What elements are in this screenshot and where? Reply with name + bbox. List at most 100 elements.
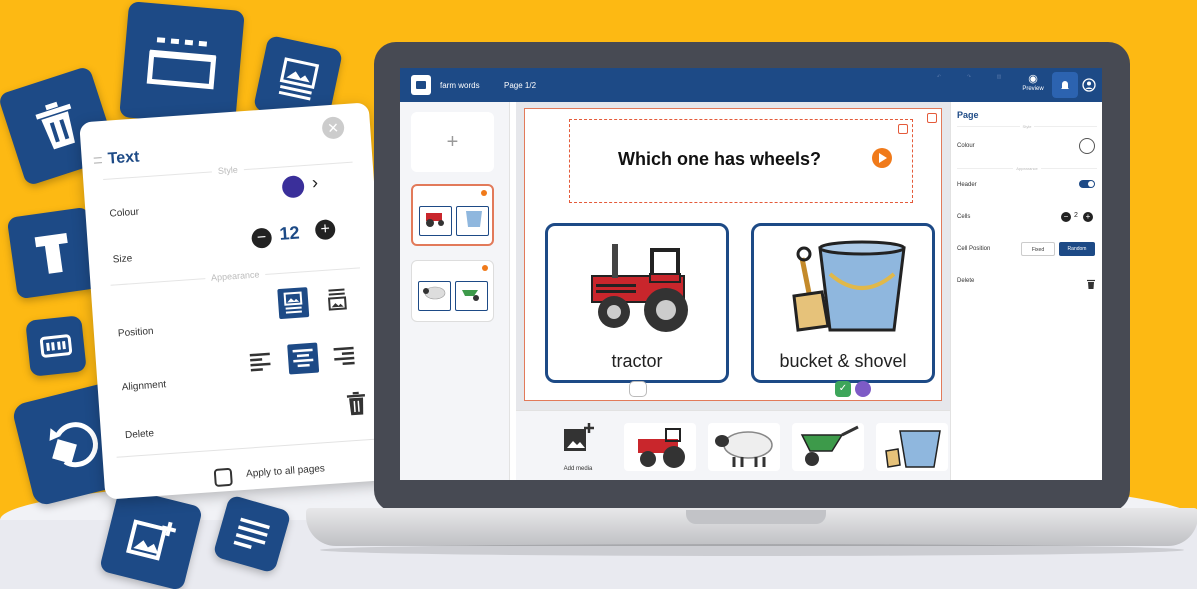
page-colour-swatch[interactable] xyxy=(1079,138,1095,154)
decrease-cells-button[interactable]: − xyxy=(1061,212,1071,222)
header-layout-icon xyxy=(146,37,217,90)
position-top-button[interactable] xyxy=(277,287,310,320)
position-label: Position xyxy=(117,325,154,340)
increase-cells-button[interactable]: + xyxy=(1083,212,1093,222)
properties-title: Page xyxy=(957,110,979,120)
apply-all-checkbox[interactable] xyxy=(213,467,233,487)
tractor-image xyxy=(591,244,688,332)
appearance-section-divider: Appearance xyxy=(957,166,1097,174)
close-icon[interactable]: ✕ xyxy=(321,116,345,140)
cells-icon xyxy=(39,334,73,358)
play-audio-button[interactable] xyxy=(872,148,892,168)
align-right-icon xyxy=(333,346,355,366)
undo-icon[interactable]: ↶ xyxy=(928,74,950,96)
app-screen: farm words Page 1/2 ↶ ↷ ▥ ◉ Preview + Wh… xyxy=(400,68,1102,480)
page-thumbnail-sidebar: + xyxy=(400,102,510,480)
cells-tile xyxy=(25,315,87,377)
bucket-shovel-icon xyxy=(885,430,941,468)
media-item-bucket-shovel[interactable] xyxy=(876,423,948,471)
answer-cell-2[interactable]: bucket & shovel xyxy=(751,223,935,383)
laptop-shadow xyxy=(320,544,1184,556)
media-item-sheep[interactable] xyxy=(708,423,780,471)
header-label: Header xyxy=(957,182,977,188)
top-bar: farm words Page 1/2 ↶ ↷ ▥ ◉ Preview xyxy=(400,68,1102,102)
page-thumbnail-2[interactable] xyxy=(411,260,494,322)
project-name[interactable]: farm words xyxy=(440,81,480,90)
media-item-tractor[interactable] xyxy=(624,423,696,471)
thumb-cell xyxy=(456,206,489,236)
bucket-thumb-icon xyxy=(466,211,482,227)
thumb-cell xyxy=(455,281,488,311)
align-center-icon xyxy=(292,348,314,368)
correct-answer-toggle[interactable] xyxy=(629,381,647,397)
tractor-icon xyxy=(638,428,685,468)
image-above-text-icon xyxy=(283,291,303,314)
preview-label: Preview xyxy=(1022,86,1044,92)
page-editor[interactable]: Which one has wheels? tractor bucket & s… xyxy=(524,108,942,401)
edit-page-icon[interactable] xyxy=(927,113,937,123)
align-right-button[interactable] xyxy=(331,344,357,370)
delete-label: Delete xyxy=(957,278,975,284)
editor-canvas: Which one has wheels? tractor bucket & s… xyxy=(516,102,950,410)
media-item-wheelbarrow[interactable] xyxy=(792,423,864,471)
cell-colour-swatch[interactable] xyxy=(855,381,871,397)
answer-cell-1[interactable]: tractor xyxy=(545,223,729,383)
colour-swatch[interactable] xyxy=(281,175,305,199)
alignment-label: Alignment xyxy=(121,379,167,394)
correct-answer-check[interactable]: ✓ xyxy=(835,381,851,397)
sheep-icon xyxy=(715,431,773,467)
cells-value: 2 xyxy=(1074,212,1078,219)
delete-page-button[interactable] xyxy=(1087,276,1095,289)
style-section-divider: Style xyxy=(957,124,1097,132)
panel-title: Text xyxy=(107,148,141,168)
text-lines-icon xyxy=(233,517,270,550)
delete-label: Delete xyxy=(124,428,155,442)
fixed-position-button[interactable]: Fixed xyxy=(1021,242,1055,256)
trash-icon xyxy=(346,391,365,416)
edit-header-icon[interactable] xyxy=(898,124,908,134)
random-position-button[interactable]: Random xyxy=(1059,242,1095,256)
media-bar: Add media xyxy=(516,410,950,480)
divider xyxy=(116,438,379,458)
account-button[interactable] xyxy=(1076,72,1102,98)
header-textbox[interactable]: Which one has wheels? xyxy=(569,119,913,203)
layout-icon[interactable]: ▥ xyxy=(988,74,1010,96)
align-left-button[interactable] xyxy=(248,350,274,376)
add-media-button[interactable] xyxy=(562,421,594,453)
increase-size-button[interactable]: + xyxy=(314,218,336,241)
apply-all-label: Apply to all pages xyxy=(245,463,326,480)
user-icon xyxy=(1082,78,1096,92)
thumb-cell xyxy=(418,281,451,311)
chevron-right-icon[interactable]: › xyxy=(311,172,318,193)
header-toggle[interactable] xyxy=(1079,180,1095,188)
page-thumbnail-1[interactable] xyxy=(411,184,494,246)
delete-text-button[interactable] xyxy=(345,391,369,416)
status-dot xyxy=(482,265,488,271)
add-image-icon xyxy=(564,423,594,451)
status-dot xyxy=(481,190,487,196)
notifications-button[interactable] xyxy=(1052,72,1078,98)
thumb-cell xyxy=(419,206,452,236)
add-page-button[interactable]: + xyxy=(411,112,494,172)
position-bottom-button[interactable] xyxy=(323,286,351,314)
add-image-icon xyxy=(126,519,177,561)
size-value: 12 xyxy=(278,222,301,244)
header-layout-tile xyxy=(119,1,245,127)
decrease-size-button[interactable]: − xyxy=(251,227,273,249)
folder-icon[interactable] xyxy=(411,75,431,95)
redo-icon[interactable]: ↷ xyxy=(958,74,980,96)
text-tool-icon xyxy=(34,232,68,274)
text-settings-panel: Text ✕ Style Colour › Size − 12 + Appear… xyxy=(79,102,395,500)
trash-icon xyxy=(1087,279,1095,289)
page-indicator: Page 1/2 xyxy=(504,81,537,90)
properties-panel: Page Style Colour Appearance Header Cell… xyxy=(950,102,1102,480)
cells-label: Cells xyxy=(957,214,971,220)
laptop-notch xyxy=(686,510,826,524)
preview-button[interactable]: ◉ Preview xyxy=(1018,72,1048,92)
wheelbarrow-icon xyxy=(800,425,859,466)
drag-handle-icon[interactable] xyxy=(93,157,103,164)
align-center-button[interactable] xyxy=(287,342,320,375)
tractor-thumb-icon xyxy=(426,213,444,227)
cell-label: tractor xyxy=(611,351,663,371)
text-above-image-icon xyxy=(327,288,347,311)
